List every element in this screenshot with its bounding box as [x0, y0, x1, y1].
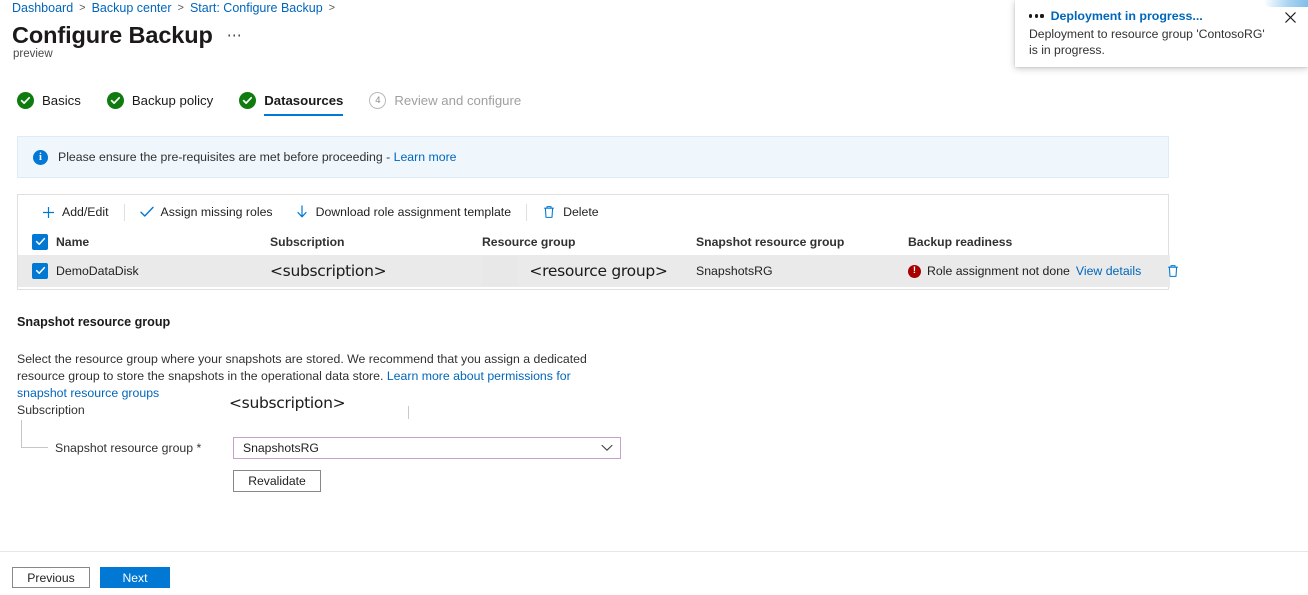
step-backup-policy[interactable]: Backup policy	[106, 92, 239, 109]
subscription-placeholder: <subscription>	[270, 262, 387, 280]
column-header-backup-readiness[interactable]: Backup readiness	[908, 229, 1170, 255]
datasources-table: Name Subscription Resource group Snapsho…	[18, 229, 1179, 287]
assign-missing-roles-button[interactable]: Assign missing roles	[129, 199, 284, 225]
step-datasources[interactable]: Datasources	[239, 92, 369, 116]
revalidate-button[interactable]: Revalidate	[233, 470, 321, 492]
toolbar-divider	[123, 203, 125, 221]
check-circle-icon	[239, 92, 257, 109]
step-label: Backup policy	[131, 93, 214, 108]
running-dots-icon	[1029, 14, 1044, 18]
footer-divider	[0, 551, 1308, 552]
azure-portal-blade: Dashboard > Backup center > Start: Confi…	[0, 0, 1308, 595]
breadcrumb: Dashboard > Backup center > Start: Confi…	[12, 1, 335, 15]
cell-subscription: <subscription>	[270, 255, 482, 287]
row-checkbox[interactable]	[32, 262, 48, 279]
checkmark-icon	[139, 205, 154, 219]
deployment-notification-toast: Deployment in progress... Deployment to …	[1015, 0, 1308, 67]
download-role-assignment-template-button[interactable]: Download role assignment template	[284, 199, 523, 225]
previous-button[interactable]: Previous	[12, 567, 90, 588]
chevron-down-icon	[601, 441, 613, 455]
row-delete-icon[interactable]	[1167, 264, 1179, 278]
cell-backup-readiness: ! Role assignment not done View details	[908, 255, 1179, 287]
step-basics[interactable]: Basics	[17, 92, 107, 109]
snapshot-resource-group-dropdown[interactable]: SnapshotsRG	[233, 437, 621, 459]
trash-icon	[542, 205, 556, 219]
column-header-name[interactable]: Name	[56, 229, 270, 255]
toast-title[interactable]: Deployment in progress...	[1051, 9, 1203, 23]
cell-resource-group: <resource group>	[482, 255, 696, 287]
page-header: Configure Backup ⋯	[12, 22, 243, 49]
snapshot-resource-group-label: Snapshot resource group *	[55, 441, 202, 455]
add-edit-button[interactable]: Add/Edit	[30, 199, 120, 225]
section-heading-snapshot-resource-group: Snapshot resource group	[17, 315, 171, 329]
tree-connector-line	[21, 420, 48, 448]
error-icon: !	[908, 264, 921, 278]
toolbar-label: Download role assignment template	[315, 205, 512, 219]
cell-snapshot-resource-group: SnapshotsRG	[696, 264, 773, 278]
table-body: DemoDataDisk <subscription> <resource gr…	[18, 255, 1179, 287]
resource-group-redaction-box	[482, 256, 518, 286]
cell-name: DemoDataDisk	[56, 264, 139, 278]
page-title: Configure Backup	[12, 22, 213, 48]
table-header: Name Subscription Resource group Snapsho…	[18, 229, 1170, 255]
step-label: Basics	[42, 93, 81, 108]
breadcrumb-separator: >	[177, 2, 184, 14]
plus-icon	[41, 205, 55, 219]
info-icon: i	[33, 149, 48, 165]
table-row[interactable]: DemoDataDisk <subscription> <resource gr…	[18, 255, 1179, 287]
learn-more-link[interactable]: Learn more	[394, 150, 457, 164]
snapshot-resource-group-value: SnapshotsRG	[243, 441, 319, 455]
breadcrumb-separator: >	[79, 2, 86, 14]
view-details-link[interactable]: View details	[1076, 264, 1141, 278]
check-circle-icon	[106, 92, 124, 109]
subscription-label: Subscription	[17, 403, 85, 417]
close-icon[interactable]	[1281, 8, 1299, 26]
row-select-cell	[18, 255, 56, 287]
select-all-header	[18, 229, 56, 255]
column-header-subscription[interactable]: Subscription	[270, 229, 482, 255]
wizard-steps: Basics Backup policy Datasources 4 Revie…	[17, 92, 547, 116]
toolbar-divider	[526, 203, 528, 221]
subscription-value-placeholder: <subscription>	[229, 394, 346, 412]
breadcrumb-item-dashboard[interactable]: Dashboard	[12, 1, 73, 15]
info-banner-text: Please ensure the pre-requisites are met…	[58, 150, 457, 164]
next-button[interactable]: Next	[100, 567, 170, 588]
toolbar-label: Add/Edit	[62, 205, 109, 219]
info-banner-message: Please ensure the pre-requisites are met…	[58, 150, 394, 164]
column-header-snapshot-resource-group[interactable]: Snapshot resource group	[696, 229, 908, 255]
preview-label: preview	[13, 48, 53, 60]
breadcrumb-item-backup-center[interactable]: Backup center	[92, 1, 172, 15]
readiness-status-text: Role assignment not done	[927, 264, 1070, 278]
more-options-button[interactable]: ⋯	[227, 26, 243, 44]
step-review-and-configure[interactable]: 4 Review and configure	[369, 92, 547, 109]
toast-body: Deployment to resource group 'ContosoRG'…	[1029, 27, 1265, 57]
grid-toolbar: Add/Edit Assign missing roles Download r…	[18, 195, 1168, 229]
breadcrumb-item-start-configure-backup[interactable]: Start: Configure Backup	[190, 1, 323, 15]
toolbar-label: Delete	[563, 205, 599, 219]
step-label: Datasources	[264, 93, 344, 108]
select-all-checkbox[interactable]	[32, 233, 48, 250]
column-header-resource-group[interactable]: Resource group	[482, 229, 696, 255]
readiness-status-group: ! Role assignment not done View details	[908, 264, 1179, 278]
info-banner: i Please ensure the pre-requisites are m…	[17, 136, 1169, 178]
step-label: Review and configure	[394, 93, 522, 108]
resource-group-placeholder: <resource group>	[529, 262, 668, 280]
field-edge-marker	[408, 406, 409, 419]
table-header-row: Name Subscription Resource group Snapsho…	[18, 229, 1170, 255]
toolbar-label: Assign missing roles	[160, 205, 273, 219]
corner-accent-decoration	[1264, 0, 1308, 7]
breadcrumb-separator: >	[328, 2, 336, 14]
datasources-grid-panel: Add/Edit Assign missing roles Download r…	[17, 194, 1179, 290]
delete-button[interactable]: Delete	[531, 199, 610, 225]
check-circle-icon	[17, 92, 34, 109]
step-number-icon: 4	[369, 92, 387, 109]
download-arrow-icon	[295, 205, 309, 219]
toast-header: Deployment in progress...	[1029, 9, 1294, 23]
